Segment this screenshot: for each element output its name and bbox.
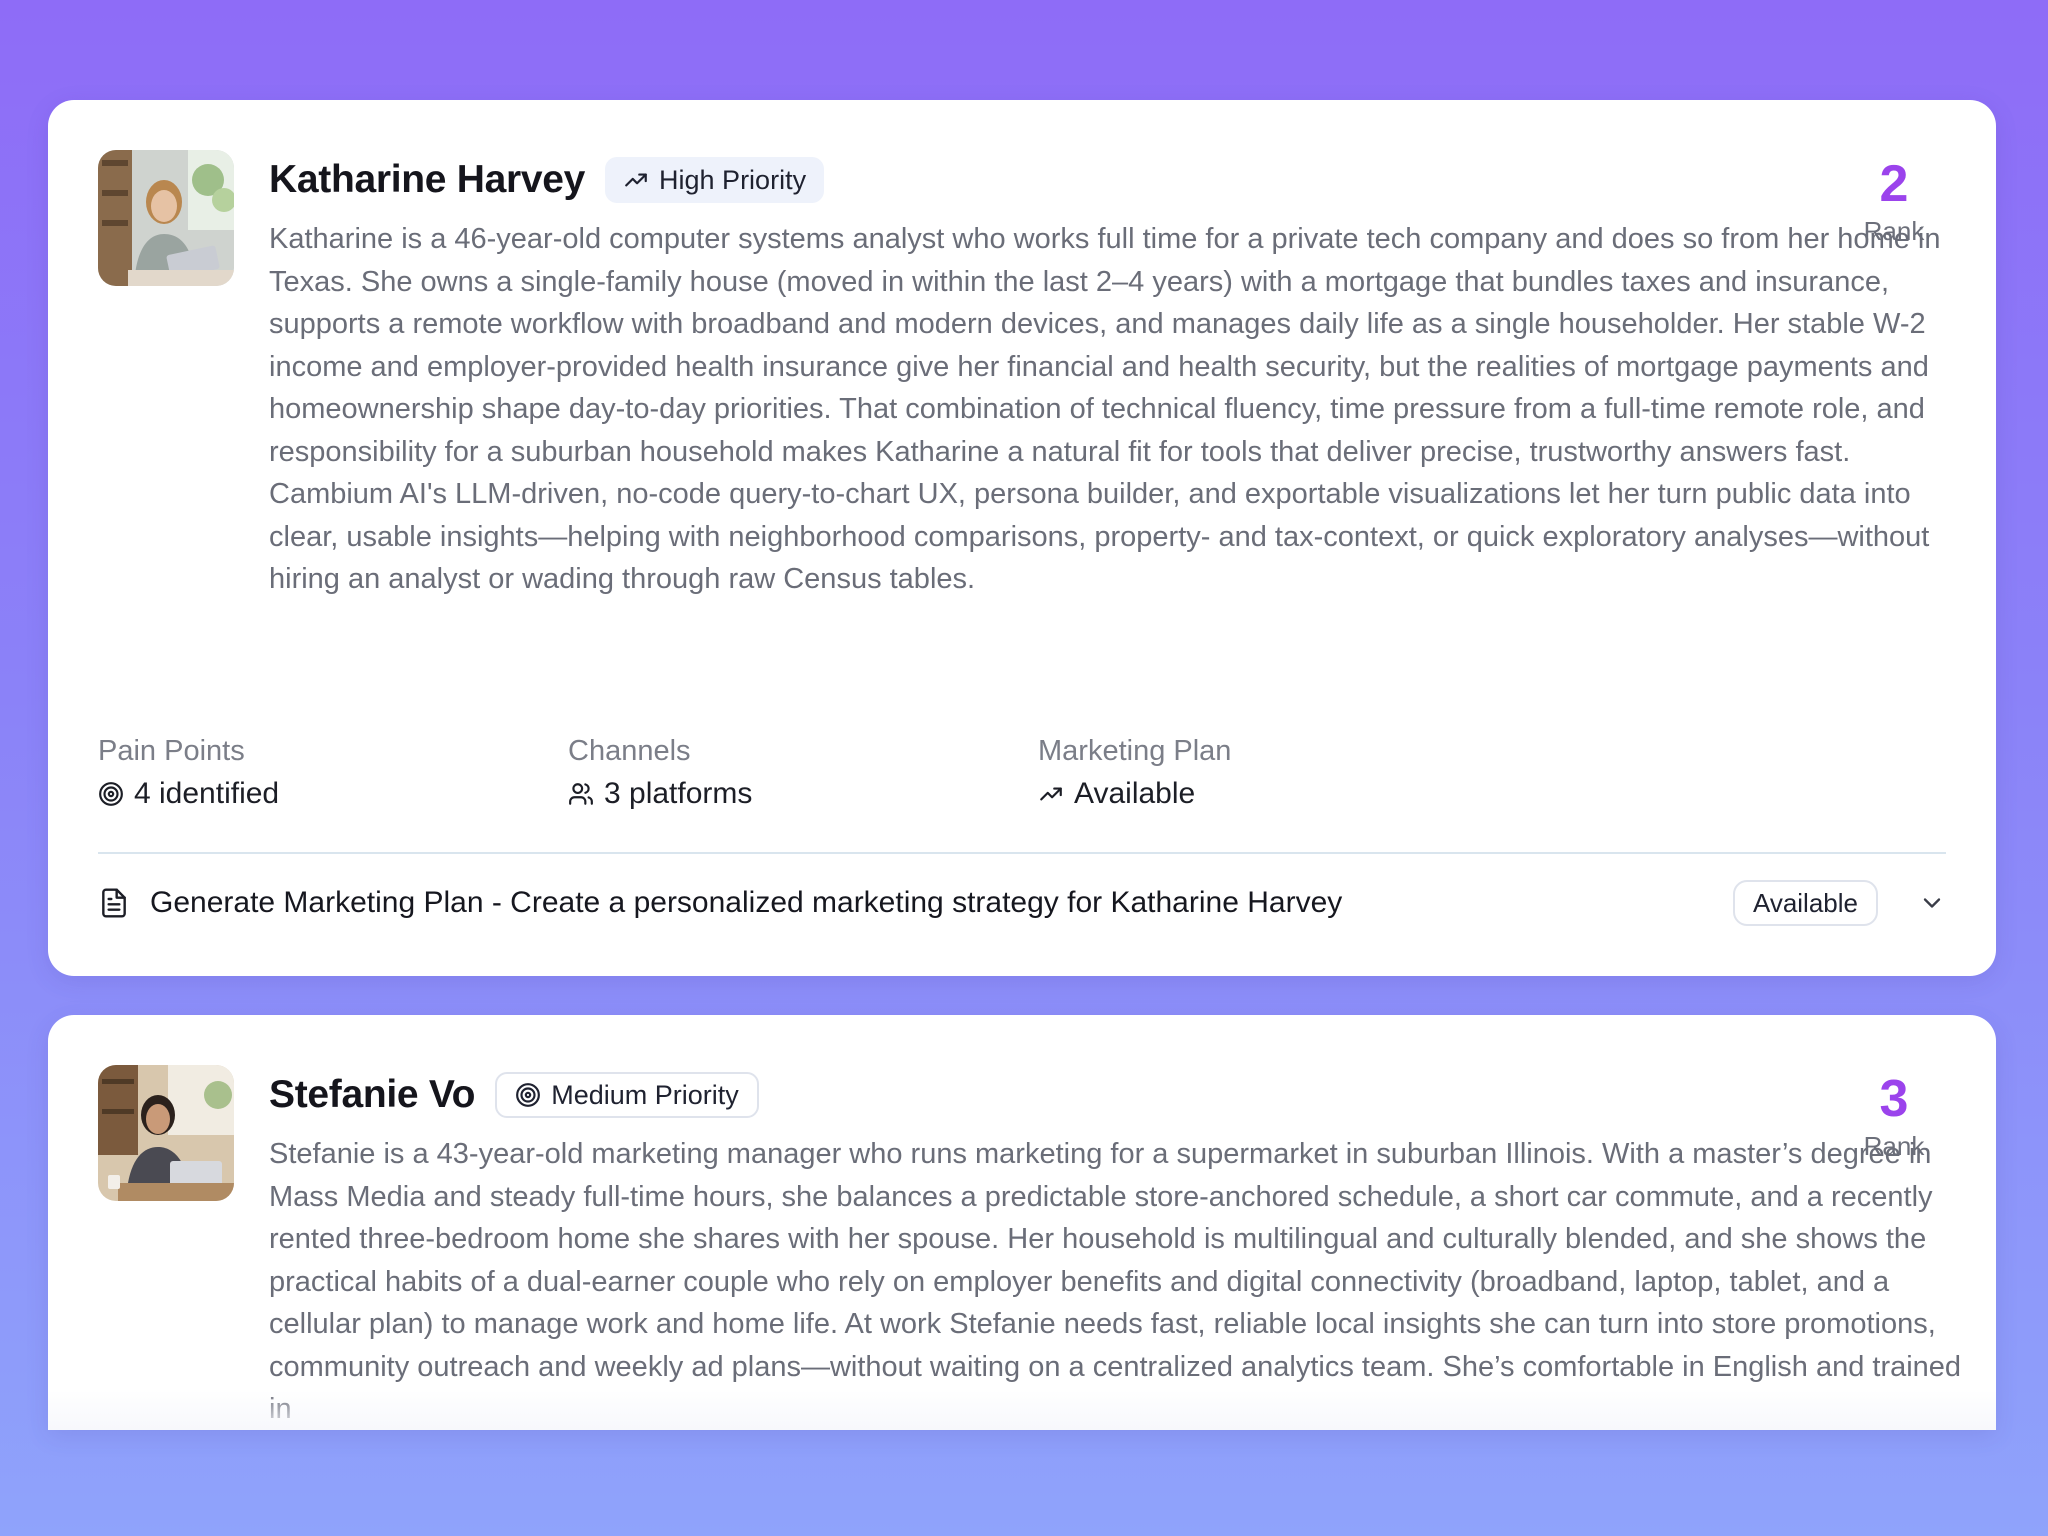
stat-value-row: Available <box>1038 772 1508 816</box>
stat-pain-points: Pain Points 4 identified <box>98 730 568 816</box>
stat-label: Channels <box>568 735 691 767</box>
persona-header: Katharine Harvey High Priority <box>269 150 825 210</box>
users-icon <box>569 783 593 805</box>
document-icon <box>102 888 126 918</box>
rank-value: 3 <box>1879 1070 1909 1128</box>
persona-description: Stefanie is a 43-year-old marketing mana… <box>269 1138 1962 1425</box>
persona-name: Stefanie Vo <box>269 1073 476 1116</box>
persona-description: Katharine is a 46-year-old computer syst… <box>269 223 1941 595</box>
stat-label: Pain Points <box>98 735 245 767</box>
persona-photo <box>98 150 234 286</box>
persona-stats: Pain Points 4 identified Channels 3 plat… <box>98 730 1508 816</box>
avatar <box>98 150 234 286</box>
stat-label: Marketing Plan <box>1038 735 1232 767</box>
priority-badge: Medium Priority <box>495 1072 759 1118</box>
stat-value: 3 platforms <box>604 777 753 810</box>
stat-value-row: 4 identified <box>98 772 568 816</box>
generate-marketing-plan-row[interactable]: Generate Marketing Plan - Create a perso… <box>98 870 1946 936</box>
plan-status-badge: Available <box>1732 880 1878 926</box>
trending-up-icon <box>1040 787 1062 801</box>
divider <box>98 852 1946 854</box>
priority-badge: High Priority <box>605 157 825 203</box>
chevron-down-icon[interactable] <box>1918 889 1946 917</box>
target-icon <box>516 1083 541 1107</box>
persona-header: Stefanie Vo Medium Priority <box>269 1065 759 1125</box>
priority-label: High Priority <box>659 164 807 195</box>
avatar <box>98 1065 234 1201</box>
stat-value: Available <box>1074 777 1196 810</box>
stat-value-row: 3 platforms <box>568 772 1038 816</box>
plan-title: Generate Marketing Plan - Create a perso… <box>150 886 1343 919</box>
target-icon <box>99 782 123 806</box>
stat-marketing-plan: Marketing Plan Available <box>1038 730 1508 816</box>
persona-name: Katharine Harvey <box>269 158 586 201</box>
rank-value: 2 <box>1879 155 1909 213</box>
priority-label: Medium Priority <box>551 1079 739 1110</box>
persona-card-katharine: Katharine Harvey High Priority 2 Rank Ka… <box>48 100 1996 976</box>
stat-value: 4 identified <box>134 777 280 810</box>
trending-up-icon <box>625 173 647 187</box>
stat-channels: Channels 3 platforms <box>568 730 1038 816</box>
persona-card-stefanie: Stefanie Vo Medium Priority 3 Rank Stefa… <box>48 1015 1996 1430</box>
persona-photo <box>98 1065 234 1201</box>
